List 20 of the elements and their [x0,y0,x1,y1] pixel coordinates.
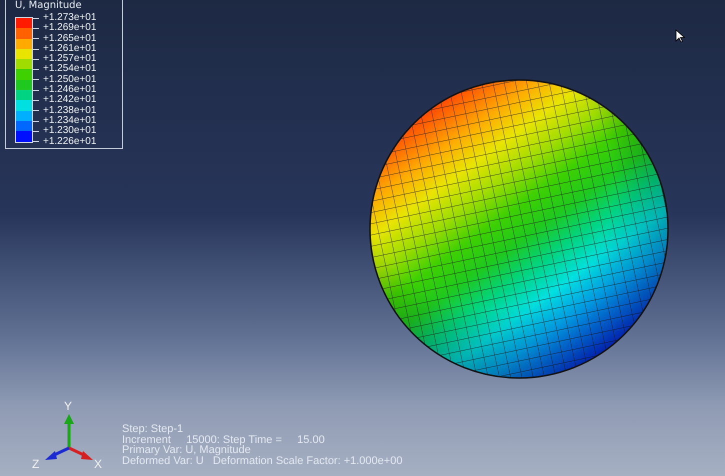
step-info-line: Primary Var: U, Magnitude [122,445,252,456]
legend-value: +1.246e+01 [43,85,96,96]
legend-value: +1.273e+01 [43,13,96,23]
legend-value: +1.265e+01 [43,34,96,44]
legend-value: +1.234e+01 [43,116,96,126]
legend-value: +1.250e+01 [43,74,96,85]
legend-value: +1.226e+01 [43,136,96,147]
legend-value: +1.261e+01 [43,44,96,54]
legend-value: +1.242e+01 [43,95,96,106]
legend-value: +1.230e+01 [43,126,96,137]
axis-triad-drawing: Y Z X [30,398,110,470]
legend-value: +1.257e+01 [43,54,96,64]
step-info-line: Step: Step-1 [122,424,184,434]
step-info-line: Deformed Var: U Deformation Scale Factor: +1.000e+00 [122,456,402,466]
legend-value: +1.254e+01 [43,64,96,75]
legend-value: +1.238e+01 [43,106,96,116]
mouse-cursor-icon [675,29,685,43]
legend-value: +1.269e+01 [43,23,96,34]
step-info-line: Increment 15000: Step Time = 15.00 [122,434,326,445]
legend-title: U, Magnitude [15,0,83,11]
